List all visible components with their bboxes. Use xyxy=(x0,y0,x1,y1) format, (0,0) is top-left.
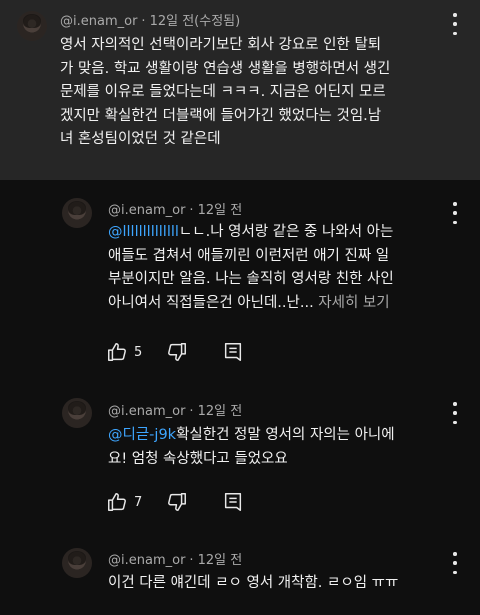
thumb-up-icon xyxy=(106,341,128,363)
more-vert-icon[interactable] xyxy=(446,402,464,424)
more-vert-icon[interactable] xyxy=(446,552,464,574)
dislike-button[interactable] xyxy=(166,491,188,513)
mention-link[interactable]: @디귿-j9k xyxy=(108,427,176,443)
comment-text-line: 문제를 이유로 들었다는데 ㅋㅋㅋ. 지금은 어딘지 모르 xyxy=(60,84,386,100)
reply-icon xyxy=(222,491,244,513)
mention-link[interactable]: @llllllllllllll xyxy=(108,224,179,240)
comment-time: 12일 전 xyxy=(197,553,243,568)
thumb-down-icon xyxy=(166,491,188,513)
reply-button[interactable] xyxy=(222,341,244,363)
comment-text: @llllllllllllllㄴㄴ.나 영서랑 같은 중 나와서 아는 애들도 … xyxy=(108,221,458,315)
comment-meta: @i.enam_or · 12일 전 xyxy=(108,404,243,419)
thumb-down-icon xyxy=(166,341,188,363)
like-count: 5 xyxy=(134,344,143,360)
avatar[interactable] xyxy=(62,398,92,428)
comment-text-line: 이건 다른 얘긴데 ㄹㅇ 영서 개착함. ㄹㅇ임 ㅠㅠ xyxy=(108,575,399,591)
comment-actions: 7 xyxy=(106,490,244,514)
comment-text-line: ㄴㄴ.나 영서랑 같은 중 나와서 아는 xyxy=(178,224,394,240)
comment-text-line: 겠지만 확실한건 더블랙에 들어가긴 했었다는 것임.남 xyxy=(60,107,382,124)
author-name[interactable]: @i.enam_or xyxy=(108,404,185,419)
comment-text-line: 녀 혼성팀이었던 것 같은데 xyxy=(60,131,221,147)
thumb-up-icon xyxy=(106,491,128,513)
reply-icon xyxy=(222,341,244,363)
comment-time: 12일 전 xyxy=(197,404,243,419)
avatar[interactable] xyxy=(17,11,47,41)
comment-time: 12일 전 xyxy=(197,203,243,218)
more-vert-icon[interactable] xyxy=(446,13,464,35)
comment-highlighted: @i.enam_or · 12일 전(수정됨) 영서 자의적인 선택이라기보단 회사… xyxy=(0,0,480,180)
comment-text: 이건 다른 얘긴데 ㄹㅇ 영서 개착함. ㄹㅇ임 ㅠㅠ xyxy=(108,572,468,596)
comment-text-line: 확실한건 정말 영서의 자의는 아니에 xyxy=(176,427,395,443)
author-name[interactable]: @i.enam_or xyxy=(60,14,137,29)
comment-meta: @i.enam_or · 12일 전 xyxy=(108,553,243,568)
comment-text-line: 아니여서 직접들은건 아닌데..난... xyxy=(108,294,314,311)
avatar[interactable] xyxy=(62,548,92,578)
read-more-link[interactable]: 자세히 보기 xyxy=(318,295,389,311)
comment-text: 영서 자의적인 선택이라기보단 회사 강요로 인한 탈퇴 가 맞음. 학교 생활… xyxy=(60,34,470,152)
comment-actions: 5 xyxy=(106,340,244,364)
comment-text-line: 영서 자의적인 선택이라기보단 회사 강요로 인한 탈퇴 xyxy=(60,37,382,53)
reply-button[interactable] xyxy=(222,491,244,513)
author-name[interactable]: @i.enam_or xyxy=(108,203,185,218)
comment-meta: @i.enam_or · 12일 전 xyxy=(108,203,243,218)
comment-text: @디귿-j9k확실한건 정말 영서의 자의는 아니에 요! 엄청 속상했다고 들… xyxy=(108,424,458,471)
comment-meta: @i.enam_or · 12일 전(수정됨) xyxy=(60,14,241,29)
comment-text-line: 부분이지만 알음. 나는 솔직히 영서랑 친한 사인 xyxy=(108,271,394,287)
avatar[interactable] xyxy=(62,198,92,228)
dislike-button[interactable] xyxy=(166,341,188,363)
comment-text-line: 요! 엄청 속상했다고 들었오요 xyxy=(108,450,288,467)
comment-text-line: 애들도 겹쳐서 애들끼린 이런저런 애기 진짜 일 xyxy=(108,247,390,264)
author-name[interactable]: @i.enam_or xyxy=(108,553,185,568)
comment-text-line: 가 맞음. 학교 생활이랑 연습생 생활을 병행하면서 생긴 xyxy=(60,60,391,77)
like-button[interactable]: 5 xyxy=(106,341,142,363)
like-button[interactable]: 7 xyxy=(106,491,142,513)
like-count: 7 xyxy=(134,494,143,510)
comment-time: 12일 전(수정됨) xyxy=(149,14,241,29)
